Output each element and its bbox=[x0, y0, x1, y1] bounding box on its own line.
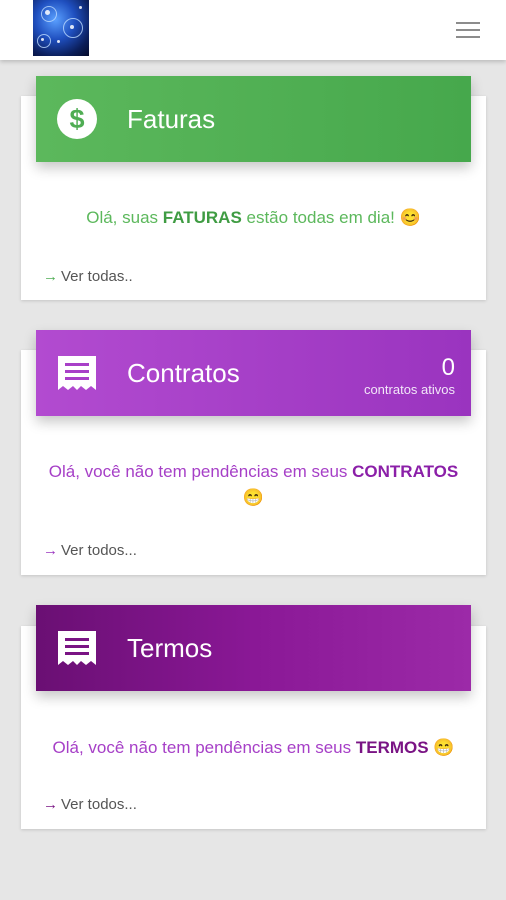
termos-header[interactable]: Termos bbox=[36, 605, 471, 691]
contratos-count: 0 bbox=[441, 354, 455, 381]
hamburger-menu-icon[interactable] bbox=[456, 22, 480, 38]
faturas-message: Olá, suas FATURAS estão todas em dia! 😊 bbox=[86, 208, 421, 227]
app-logo[interactable] bbox=[33, 0, 89, 56]
contratos-title: Contratos bbox=[127, 358, 240, 388]
arrow-right-icon: → bbox=[43, 542, 58, 559]
contratos-message: Olá, você não tem pendências em seus CON… bbox=[48, 462, 459, 507]
receipt-icon bbox=[58, 356, 96, 390]
faturas-header[interactable]: $ Faturas bbox=[36, 76, 471, 162]
faturas-see-all-link[interactable]: → Ver todas.. bbox=[43, 268, 133, 285]
receipt-icon bbox=[58, 631, 96, 665]
dollar-circle-icon: $ bbox=[57, 99, 97, 139]
contratos-count-label: contratos ativos bbox=[363, 382, 455, 397]
arrow-right-icon: → bbox=[43, 268, 58, 285]
termos-title: Termos bbox=[127, 633, 213, 663]
termos-see-all-link[interactable]: → Ver todos... bbox=[43, 796, 137, 813]
svg-text:$: $ bbox=[69, 104, 84, 134]
contratos-see-all-link[interactable]: → Ver todos... bbox=[43, 542, 137, 559]
faturas-title: Faturas bbox=[127, 104, 216, 134]
contratos-header[interactable]: Contratos 0 contratos ativos bbox=[36, 330, 471, 416]
arrow-right-icon: → bbox=[43, 796, 58, 813]
termos-message: Olá, você não tem pendências em seus TER… bbox=[52, 738, 455, 757]
top-app-bar bbox=[0, 0, 506, 60]
